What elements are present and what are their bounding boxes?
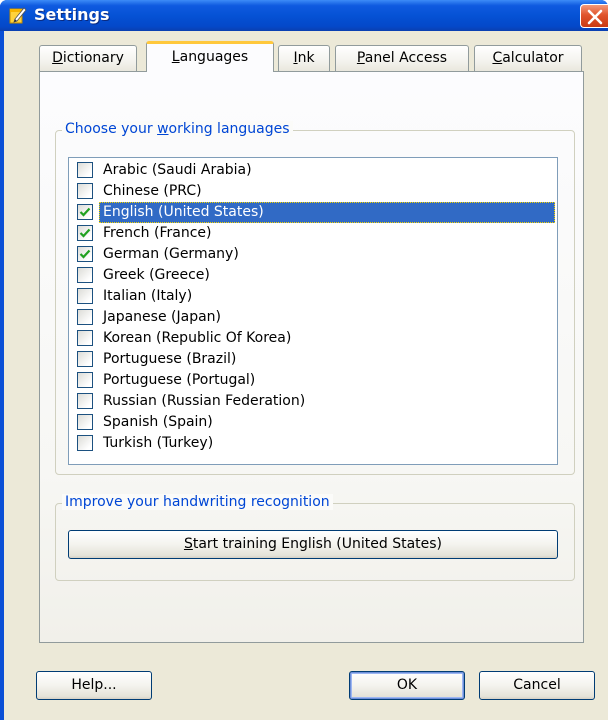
- tab-dictionary[interactable]: Dictionary: [39, 45, 137, 71]
- language-checkbox[interactable]: [77, 414, 93, 430]
- list-item[interactable]: Italian (Italy): [69, 286, 557, 307]
- ok-button[interactable]: OK: [349, 671, 465, 700]
- language-label: Russian (Russian Federation): [103, 393, 306, 409]
- language-checkbox[interactable]: [77, 393, 93, 409]
- pen-notepad-icon: [9, 6, 27, 24]
- tab-panel-access[interactable]: Panel Access: [335, 45, 469, 71]
- list-item[interactable]: Russian (Russian Federation): [69, 391, 557, 412]
- language-label: Korean (Republic Of Korea): [103, 330, 292, 346]
- list-item[interactable]: Japanese (Japan): [69, 307, 557, 328]
- language-label: Greek (Greece): [103, 267, 210, 283]
- languages-list[interactable]: Arabic (Saudi Arabia) Chinese (PRC) Engl…: [68, 157, 558, 465]
- language-label: Turkish (Turkey): [103, 435, 214, 451]
- list-item[interactable]: Portuguese (Brazil): [69, 349, 557, 370]
- language-checkbox[interactable]: [77, 246, 93, 262]
- language-label: Portuguese (Portugal): [103, 372, 256, 388]
- language-label: German (Germany): [103, 246, 239, 262]
- start-training-button[interactable]: Start training English (United States): [68, 530, 558, 559]
- language-checkbox[interactable]: [77, 183, 93, 199]
- list-item[interactable]: Chinese (PRC): [69, 181, 557, 202]
- window-title: Settings: [34, 5, 110, 24]
- language-checkbox[interactable]: [77, 288, 93, 304]
- list-item[interactable]: Turkish (Turkey): [69, 433, 557, 454]
- tab-ink[interactable]: Ink: [278, 45, 330, 71]
- tab-languages[interactable]: Languages: [146, 41, 274, 72]
- list-item[interactable]: English (United States): [69, 202, 557, 223]
- tab-calculator[interactable]: Calculator: [474, 45, 582, 71]
- language-label: French (France): [103, 225, 212, 241]
- list-item[interactable]: German (Germany): [69, 244, 557, 265]
- list-item[interactable]: Greek (Greece): [69, 265, 557, 286]
- list-item[interactable]: Arabic (Saudi Arabia): [69, 160, 557, 181]
- list-item[interactable]: French (France): [69, 223, 557, 244]
- language-checkbox[interactable]: [77, 435, 93, 451]
- working-languages-legend: Choose your working languages: [62, 121, 293, 137]
- list-item[interactable]: Korean (Republic Of Korea): [69, 328, 557, 349]
- language-checkbox[interactable]: [77, 372, 93, 388]
- language-label: Arabic (Saudi Arabia): [103, 162, 252, 178]
- language-label: Italian (Italy): [103, 288, 193, 304]
- close-button[interactable]: [580, 4, 608, 28]
- language-checkbox[interactable]: [77, 204, 93, 220]
- language-checkbox[interactable]: [77, 225, 93, 241]
- language-label: Chinese (PRC): [103, 183, 202, 199]
- help-button[interactable]: Help...: [36, 671, 152, 700]
- list-item[interactable]: Portuguese (Portugal): [69, 370, 557, 391]
- language-checkbox[interactable]: [77, 267, 93, 283]
- settings-window: Settings Dictionary Languages Ink Panel …: [0, 0, 608, 720]
- language-checkbox[interactable]: [77, 330, 93, 346]
- handwriting-recognition-legend: Improve your handwriting recognition: [62, 494, 333, 510]
- language-checkbox[interactable]: [77, 351, 93, 367]
- language-checkbox[interactable]: [77, 162, 93, 178]
- language-label: Spanish (Spain): [103, 414, 213, 430]
- language-label: Portuguese (Brazil): [103, 351, 237, 367]
- language-checkbox[interactable]: [77, 309, 93, 325]
- language-label: Japanese (Japan): [103, 309, 221, 325]
- language-label: English (United States): [99, 202, 555, 223]
- list-item[interactable]: Spanish (Spain): [69, 412, 557, 433]
- cancel-button[interactable]: Cancel: [479, 671, 595, 700]
- title-bar[interactable]: Settings: [0, 0, 608, 31]
